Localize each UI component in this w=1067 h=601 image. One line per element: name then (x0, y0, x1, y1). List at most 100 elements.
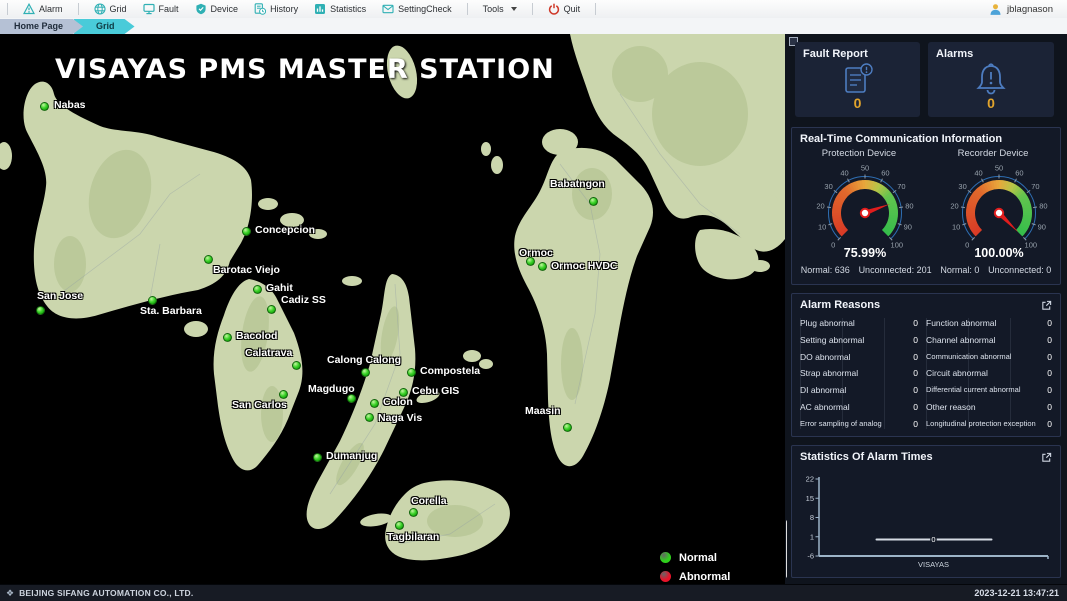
tab-grid[interactable]: Grid (74, 19, 135, 34)
main-area: VISAYAS PMS MASTER STATION NabasConcepci… (0, 34, 1067, 584)
station-marker-san-carlos[interactable] (279, 390, 288, 399)
station-label: Bacolod (236, 330, 277, 342)
fault-report-title: Fault Report (803, 48, 868, 60)
alarm-reasons-right-column: Function abnormal0Channel abnormal0Commu… (926, 318, 1052, 429)
alarm-bell-icon (972, 62, 1010, 96)
user-box[interactable]: jblagnason (989, 3, 1067, 16)
station-marker-cadiz-ss[interactable] (267, 305, 276, 314)
station-marker-calatrava[interactable] (292, 361, 301, 370)
station-label: Sta. Barbara (140, 305, 202, 317)
alarm-reason-count: 0 (1047, 352, 1052, 362)
clock-timestamp: 2023-12-21 13:47:21 (974, 588, 1067, 598)
map-islands (0, 34, 785, 584)
station-marker-ormoc-hvdc[interactable] (538, 262, 547, 271)
svg-text:20: 20 (950, 201, 958, 210)
toolbar-button-label: Grid (110, 4, 127, 14)
svg-text:15: 15 (806, 494, 814, 503)
alarm-reason-count: 0 (913, 352, 918, 362)
protection-device-label: Protection Device (792, 148, 926, 159)
unconnected-count: Unconnected: 0 (988, 265, 1051, 275)
station-marker-barotac-viejo[interactable] (204, 255, 213, 264)
station-marker-tagbilaran[interactable] (395, 521, 404, 530)
gauge-labels-row: Protection Device Recorder Device (792, 148, 1060, 159)
station-marker-colon[interactable] (370, 399, 379, 408)
station-label: Tagbilaran (387, 531, 439, 543)
alarm-reason-label: Channel abnormal (926, 335, 995, 345)
alarm-reason-row: Circuit abnormal0 (926, 368, 1052, 378)
toolbar-button-history[interactable]: History (246, 0, 306, 18)
realtime-communication-section: Real-Time Communication Information Prot… (791, 127, 1061, 285)
alarm-reasons-section: Alarm Reasons Plug abnormal0Setting abno… (791, 293, 1061, 437)
station-marker-nabas[interactable] (40, 102, 49, 111)
station-marker-san-jose[interactable] (36, 306, 45, 315)
visayas-map[interactable]: VISAYAS PMS MASTER STATION NabasConcepci… (0, 34, 785, 584)
svg-text:100: 100 (891, 240, 904, 249)
station-label: Ormoc HVDC (551, 260, 618, 272)
svg-text:80: 80 (905, 201, 913, 210)
station-marker-compostela[interactable] (407, 368, 416, 377)
svg-text:22: 22 (806, 475, 814, 484)
alarm-reason-label: Function abnormal (926, 318, 996, 328)
station-marker-bacolod[interactable] (223, 333, 232, 342)
user-icon (989, 3, 1002, 16)
alarm-statistics-section: Statistics Of Alarm Times 221581-60VISAY… (791, 445, 1061, 578)
toolbar-button-tools[interactable]: Tools (475, 0, 525, 18)
station-label: Gahit (266, 282, 293, 294)
open-in-new-window-icon[interactable] (1041, 300, 1052, 311)
alarm-reason-row: Plug abnormal0 (800, 318, 918, 328)
station-marker-sta-barbara[interactable] (148, 296, 157, 305)
alarm-reasons-left-column: Plug abnormal0Setting abnormal0DO abnorm… (800, 318, 926, 429)
svg-text:100.00%: 100.00% (974, 246, 1023, 260)
station-marker-gahit[interactable] (253, 285, 262, 294)
station-label: Babatngon (550, 178, 605, 190)
station-label: Barotac Viejo (213, 264, 280, 276)
svg-text:30: 30 (824, 182, 832, 191)
toolbar-button-alarm[interactable]: Alarm (15, 0, 71, 18)
svg-text:50: 50 (995, 164, 1003, 173)
toolbar-button-label: SettingCheck (398, 4, 452, 14)
legend-abnormal: Abnormal (660, 567, 730, 584)
station-marker-magdugo[interactable] (347, 394, 356, 403)
abnormal-dot-icon (660, 571, 671, 582)
toolbar-button-grid[interactable]: Grid (86, 0, 135, 18)
svg-text:8: 8 (810, 513, 814, 522)
fault-report-card[interactable]: Fault Report 0 (795, 42, 920, 117)
svg-text:1: 1 (810, 532, 814, 541)
station-marker-babatngon[interactable] (589, 197, 598, 206)
station-label: Calatrava (245, 347, 292, 359)
toolbar-button-quit[interactable]: Quit (540, 0, 589, 18)
legend-normal: Normal (660, 548, 730, 567)
toolbar-separator (532, 3, 533, 15)
station-marker-calong-calong[interactable] (361, 368, 370, 377)
station-marker-naga-vis[interactable] (365, 413, 374, 422)
station-marker-dumanjug[interactable] (313, 453, 322, 462)
svg-text:0: 0 (831, 240, 835, 249)
toolbar-button-fault[interactable]: Fault (135, 0, 187, 18)
svg-text:10: 10 (952, 222, 960, 231)
station-label: Dumanjug (326, 450, 377, 462)
svg-text:20: 20 (816, 201, 824, 210)
station-marker-corella[interactable] (409, 508, 418, 517)
station-label: Nabas (54, 99, 86, 111)
svg-text:90: 90 (1038, 222, 1046, 231)
station-marker-maasin[interactable] (563, 423, 572, 432)
alarm-reason-row: DI abnormal0 (800, 385, 918, 395)
svg-text:70: 70 (1031, 182, 1039, 191)
toolbar-button-settingcheck[interactable]: SettingCheck (374, 0, 460, 18)
station-marker-concepcion[interactable] (242, 227, 251, 236)
alarm-reason-count: 0 (913, 318, 918, 328)
open-in-new-window-icon[interactable] (1041, 452, 1052, 463)
map-title: VISAYAS PMS MASTER STATION (55, 54, 555, 85)
right-panel: Fault Report 0 Alarms 0 (787, 34, 1067, 584)
alarms-card[interactable]: Alarms 0 (928, 42, 1054, 117)
grid-icon (94, 3, 106, 15)
svg-text:90: 90 (904, 222, 912, 231)
alarm-reason-label: Strap abnormal (800, 368, 858, 378)
tab-home-page[interactable]: Home Page (0, 19, 83, 34)
toolbar-separator (467, 3, 468, 15)
alarm-reason-count: 0 (913, 402, 918, 412)
device-icon (195, 3, 207, 15)
svg-text:30: 30 (958, 182, 966, 191)
toolbar-button-statistics[interactable]: Statistics (306, 0, 374, 18)
toolbar-button-device[interactable]: Device (187, 0, 247, 18)
